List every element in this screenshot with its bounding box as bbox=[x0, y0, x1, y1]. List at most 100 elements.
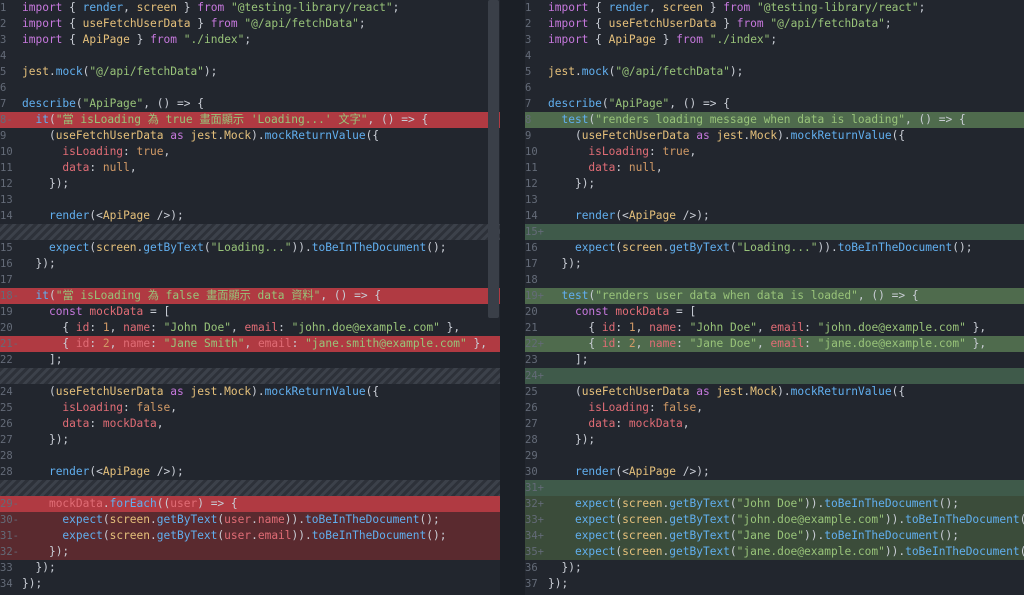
line-number: 28 bbox=[0, 450, 13, 462]
code-line[interactable]: 31- expect(screen.getByText(user.email))… bbox=[0, 528, 500, 544]
line-code: import { ApiPage } from "./index"; bbox=[22, 33, 252, 46]
code-line[interactable]: 22 ]; bbox=[0, 352, 500, 368]
line-code: }); bbox=[561, 257, 582, 270]
line-number: 33 bbox=[0, 562, 13, 574]
code-line[interactable]: 27 data: mockData, bbox=[525, 416, 1024, 432]
code-line[interactable] bbox=[0, 368, 500, 384]
code-line[interactable]: 6 bbox=[525, 80, 1024, 96]
line-number: 10 bbox=[0, 146, 13, 158]
code-line[interactable] bbox=[0, 224, 500, 240]
code-line[interactable]: 31+ bbox=[525, 480, 1024, 496]
code-line[interactable]: 16 }); bbox=[0, 256, 500, 272]
code-line[interactable]: 19 const mockData = [ bbox=[0, 304, 500, 320]
line-number: 6 bbox=[525, 82, 532, 94]
code-line[interactable]: 24 (useFetchUserData as jest.Mock).mockR… bbox=[0, 384, 500, 400]
code-line[interactable]: 10 isLoading: true, bbox=[525, 144, 1024, 160]
line-code: isLoading: true, bbox=[62, 145, 171, 158]
code-line[interactable]: 19+ test("renders user data when data is… bbox=[525, 288, 1024, 304]
code-line[interactable]: 22+ { id: 2, name: "Jane Doe", email: "j… bbox=[525, 336, 1024, 352]
line-code: ]; bbox=[48, 353, 63, 366]
code-line[interactable]: 14 render(<ApiPage />); bbox=[0, 208, 500, 224]
code-line[interactable]: 15 expect(screen.getByText("Loading...")… bbox=[0, 240, 500, 256]
code-line[interactable]: 7 describe("ApiPage", () => { bbox=[0, 96, 500, 112]
line-number: 32+ bbox=[525, 498, 544, 510]
line-number: 24 bbox=[0, 386, 13, 398]
code-line[interactable]: 9 (useFetchUserData as jest.Mock).mockRe… bbox=[0, 128, 500, 144]
code-line[interactable]: 18 bbox=[525, 272, 1024, 288]
code-line[interactable]: 14 render(<ApiPage />); bbox=[525, 208, 1024, 224]
code-line[interactable]: 33+ expect(screen.getByText("john.doe@ex… bbox=[525, 512, 1024, 528]
line-number: 30 bbox=[525, 466, 538, 478]
code-line[interactable]: 36 }); bbox=[525, 560, 1024, 576]
code-line[interactable]: 28 }); bbox=[525, 432, 1024, 448]
code-line[interactable]: 8 test("renders loading message when dat… bbox=[525, 112, 1024, 128]
code-line[interactable]: 28 render(<ApiPage />); bbox=[0, 464, 500, 480]
code-line[interactable]: 11 data: null, bbox=[0, 160, 500, 176]
code-line[interactable]: 33 }); bbox=[0, 560, 500, 576]
code-line[interactable]: 1 import { render, screen } from "@testin… bbox=[0, 0, 500, 16]
code-line[interactable]: 21- { id: 2, name: "Jane Smith", email: … bbox=[0, 336, 500, 352]
code-line[interactable]: 12 }); bbox=[525, 176, 1024, 192]
code-line[interactable]: 2 import { useFetchUserData } from "@/api… bbox=[0, 16, 500, 32]
code-line[interactable]: 18- it("當 isLoading 為 false 畫面顯示 data 資料… bbox=[0, 288, 500, 304]
code-line[interactable]: 27 }); bbox=[0, 432, 500, 448]
code-line[interactable]: 25 (useFetchUserData as jest.Mock).mockR… bbox=[525, 384, 1024, 400]
original-pane[interactable]: 1 import { render, screen } from "@testin… bbox=[0, 0, 500, 595]
line-number: 9 bbox=[525, 130, 532, 142]
code-line[interactable]: 4 bbox=[0, 48, 500, 64]
line-code: { id: 1, name: "John Doe", email: "john.… bbox=[62, 321, 461, 334]
code-line[interactable]: 34}); bbox=[0, 576, 500, 592]
code-line[interactable] bbox=[0, 480, 500, 496]
code-line[interactable]: 8- it("當 isLoading 為 true 畫面顯示 'Loading.… bbox=[0, 112, 500, 128]
line-number: 13 bbox=[525, 194, 538, 206]
code-line[interactable]: 7 describe("ApiPage", () => { bbox=[525, 96, 1024, 112]
line-number: 27 bbox=[0, 434, 13, 446]
line-number: 4 bbox=[0, 50, 7, 62]
code-line[interactable]: 30 render(<ApiPage />); bbox=[525, 464, 1024, 480]
code-line[interactable]: 20 const mockData = [ bbox=[525, 304, 1024, 320]
code-line[interactable]: 1 import { render, screen } from "@testin… bbox=[525, 0, 1024, 16]
code-line[interactable]: 21 { id: 1, name: "John Doe", email: "jo… bbox=[525, 320, 1024, 336]
code-line[interactable]: 15+ bbox=[525, 224, 1024, 240]
code-line[interactable]: 5 jest.mock("@/api/fetchData"); bbox=[525, 64, 1024, 80]
code-line[interactable]: 26 isLoading: false, bbox=[525, 400, 1024, 416]
code-line[interactable]: 10 isLoading: true, bbox=[0, 144, 500, 160]
code-line[interactable]: 9 (useFetchUserData as jest.Mock).mockRe… bbox=[525, 128, 1024, 144]
code-line[interactable]: 4 bbox=[525, 48, 1024, 64]
code-line[interactable]: 29 bbox=[525, 448, 1024, 464]
line-number: 34+ bbox=[525, 530, 544, 542]
code-line[interactable]: 2 import { useFetchUserData } from "@/api… bbox=[525, 16, 1024, 32]
code-line[interactable]: 20 { id: 1, name: "John Doe", email: "jo… bbox=[0, 320, 500, 336]
line-code: }); bbox=[35, 257, 56, 270]
code-line[interactable]: 30- expect(screen.getByText(user.name)).… bbox=[0, 512, 500, 528]
line-code: test("renders loading message when data … bbox=[561, 113, 966, 126]
code-line[interactable]: 17 }); bbox=[525, 256, 1024, 272]
line-number: 1 bbox=[0, 2, 7, 14]
code-line[interactable]: 28 bbox=[0, 448, 500, 464]
code-line[interactable]: 3 import { ApiPage } from "./index"; bbox=[525, 32, 1024, 48]
code-line[interactable]: 25 isLoading: false, bbox=[0, 400, 500, 416]
modified-pane[interactable]: 1 import { render, screen } from "@testin… bbox=[525, 0, 1024, 595]
code-line[interactable]: 37}); bbox=[525, 576, 1024, 592]
code-line[interactable]: 23 ]; bbox=[525, 352, 1024, 368]
code-line[interactable]: 24+ bbox=[525, 368, 1024, 384]
line-code: import { ApiPage } from "./index"; bbox=[548, 33, 778, 46]
code-line[interactable]: 34+ expect(screen.getByText("Jane Doe"))… bbox=[525, 528, 1024, 544]
code-line[interactable]: 35+ expect(screen.getByText("jane.doe@ex… bbox=[525, 544, 1024, 560]
code-line[interactable]: 12 }); bbox=[0, 176, 500, 192]
left-scrollbar[interactable] bbox=[488, 0, 499, 318]
code-line[interactable]: 6 bbox=[0, 80, 500, 96]
code-line[interactable]: 26 data: mockData, bbox=[0, 416, 500, 432]
code-line[interactable]: 16 expect(screen.getByText("Loading...")… bbox=[525, 240, 1024, 256]
code-line[interactable]: 13 bbox=[525, 192, 1024, 208]
code-line[interactable]: 17 bbox=[0, 272, 500, 288]
code-line[interactable]: 32+ expect(screen.getByText("John Doe"))… bbox=[525, 496, 1024, 512]
pane-divider bbox=[500, 0, 525, 595]
code-line[interactable]: 5 jest.mock("@/api/fetchData"); bbox=[0, 64, 500, 80]
code-line[interactable]: 13 bbox=[0, 192, 500, 208]
code-line[interactable]: 11 data: null, bbox=[525, 160, 1024, 176]
line-number: 14 bbox=[525, 210, 538, 222]
code-line[interactable]: 29- mockData.forEach((user) => { bbox=[0, 496, 500, 512]
code-line[interactable]: 3 import { ApiPage } from "./index"; bbox=[0, 32, 500, 48]
code-line[interactable]: 32- }); bbox=[0, 544, 500, 560]
